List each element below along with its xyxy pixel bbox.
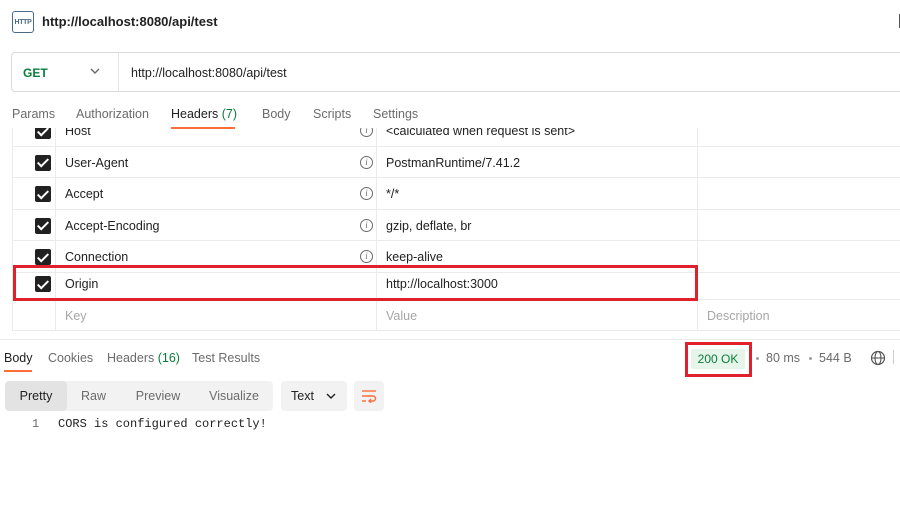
wrap-lines-button[interactable] bbox=[354, 381, 384, 411]
http-request-icon: HTTP bbox=[12, 11, 34, 33]
mode-visualize[interactable]: Visualize bbox=[201, 381, 267, 411]
response-tab-body[interactable]: Body bbox=[4, 351, 33, 365]
method-select[interactable]: GET bbox=[23, 66, 48, 80]
tab-body[interactable]: Body bbox=[262, 107, 291, 121]
header-key[interactable]: Host bbox=[65, 128, 91, 138]
response-tab-headers[interactable]: Headers (16) bbox=[107, 351, 180, 365]
response-divider bbox=[0, 339, 900, 340]
response-tab-test-results[interactable]: Test Results bbox=[192, 351, 260, 365]
response-tabs: Body Cookies Headers (16) Test Results bbox=[0, 344, 900, 374]
url-divider bbox=[118, 53, 119, 91]
separator-dot bbox=[756, 357, 759, 360]
header-value[interactable]: */* bbox=[386, 187, 399, 201]
chevron-down-icon bbox=[326, 393, 336, 399]
header-value[interactable]: PostmanRuntime/7.41.2 bbox=[386, 156, 520, 170]
header-checkbox[interactable] bbox=[35, 128, 51, 139]
tab-headers-label: Headers bbox=[171, 107, 219, 121]
body-type-select[interactable]: Text bbox=[281, 381, 347, 411]
tab-authorization[interactable]: Authorization bbox=[76, 107, 149, 121]
titlebar: HTTP http://localhost:8080/api/test bbox=[0, 0, 900, 44]
response-time[interactable]: 80 ms bbox=[766, 351, 800, 365]
request-tabs: Params Authorization Headers (7) Body Sc… bbox=[0, 100, 900, 129]
chevron-down-icon[interactable] bbox=[90, 66, 100, 76]
origin-highlight-box bbox=[13, 265, 698, 301]
header-key[interactable]: Accept bbox=[65, 187, 103, 201]
response-body-line[interactable]: CORS is configured correctly! bbox=[58, 417, 267, 431]
table-row-new: Key Value Description bbox=[13, 299, 900, 331]
response-tab-headers-label: Headers bbox=[107, 351, 155, 365]
mode-preview[interactable]: Preview bbox=[126, 381, 190, 411]
header-value[interactable]: gzip, deflate, br bbox=[386, 219, 471, 233]
key-placeholder[interactable]: Key bbox=[65, 309, 87, 323]
info-icon[interactable]: i bbox=[360, 250, 373, 263]
tab-headers[interactable]: Headers (7) bbox=[171, 107, 237, 121]
globe-icon[interactable] bbox=[870, 350, 886, 366]
header-key[interactable]: Connection bbox=[65, 250, 128, 264]
mode-pretty[interactable]: Pretty bbox=[5, 381, 67, 411]
header-key[interactable]: Accept-Encoding bbox=[65, 219, 160, 233]
table-row: Host i <calculated when request is sent> bbox=[13, 128, 900, 147]
header-checkbox[interactable] bbox=[35, 154, 51, 171]
status-highlight-box bbox=[685, 342, 752, 377]
request-title[interactable]: http://localhost:8080/api/test bbox=[42, 14, 218, 29]
table-row: Accept i */* bbox=[13, 178, 900, 210]
tab-scripts[interactable]: Scripts bbox=[313, 107, 351, 121]
header-value[interactable]: <calculated when request is sent> bbox=[386, 128, 575, 138]
table-row: Accept-Encoding i gzip, deflate, br bbox=[13, 209, 900, 241]
value-placeholder[interactable]: Value bbox=[386, 309, 417, 323]
tab-params[interactable]: Params bbox=[12, 107, 55, 121]
info-icon[interactable]: i bbox=[360, 218, 373, 232]
mode-raw[interactable]: Raw bbox=[71, 381, 116, 411]
meta-divider bbox=[893, 350, 894, 364]
table-row: User-Agent i PostmanRuntime/7.41.2 bbox=[13, 146, 900, 178]
info-icon[interactable]: i bbox=[360, 155, 373, 169]
response-tab-cookies[interactable]: Cookies bbox=[48, 351, 93, 365]
response-tab-headers-count: (16) bbox=[157, 351, 180, 365]
url-input[interactable]: http://localhost:8080/api/test bbox=[131, 66, 287, 80]
info-icon[interactable]: i bbox=[360, 187, 373, 200]
tab-settings[interactable]: Settings bbox=[373, 107, 418, 121]
description-placeholder[interactable]: Description bbox=[707, 309, 770, 323]
header-value[interactable]: keep-alive bbox=[386, 250, 443, 264]
url-bar: GET http://localhost:8080/api/test bbox=[11, 52, 900, 92]
header-checkbox[interactable] bbox=[35, 186, 51, 202]
line-number: 1 bbox=[32, 417, 40, 431]
format-mode-switch: Pretty Raw Preview Visualize bbox=[5, 381, 273, 411]
response-size[interactable]: 544 B bbox=[819, 351, 852, 365]
body-type-label: Text bbox=[291, 389, 314, 403]
header-key[interactable]: User-Agent bbox=[65, 156, 128, 170]
tab-headers-count: (7) bbox=[221, 107, 238, 121]
wrap-lines-icon bbox=[362, 390, 377, 403]
separator-dot bbox=[809, 357, 812, 360]
info-icon[interactable]: i bbox=[360, 128, 373, 137]
header-checkbox[interactable] bbox=[35, 249, 51, 265]
header-checkbox[interactable] bbox=[35, 217, 51, 234]
response-active-tab-indicator bbox=[4, 370, 32, 372]
